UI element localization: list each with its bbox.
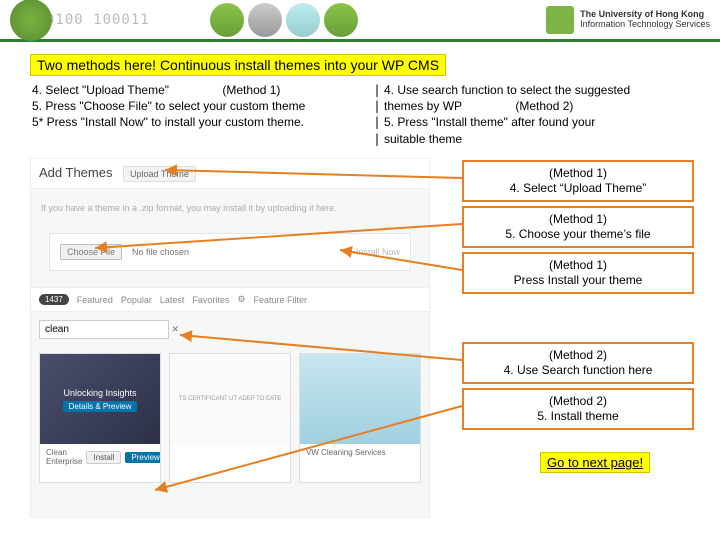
choose-file-button[interactable]: Choose File	[60, 244, 122, 260]
wp-theme-grid: Unlocking Insights Details & Preview Cle…	[31, 347, 429, 489]
slide-title: Two methods here! Continuous install the…	[30, 54, 446, 76]
theme-card[interactable]: VW Cleaning Services	[299, 353, 421, 483]
wp-upload-note: If you have a theme in a .zip format, yo…	[31, 189, 429, 227]
m2-line2a: themes by WP	[384, 99, 462, 113]
theme-card[interactable]: Unlocking Insights Details & Preview Cle…	[39, 353, 161, 483]
next-page-link[interactable]: Go to next page!	[540, 452, 650, 473]
circle-icon	[210, 3, 244, 37]
callout-text: 4. Select “Upload Theme”	[474, 181, 682, 196]
wordpress-screenshot: Add Themes Upload Theme If you have a th…	[30, 158, 430, 518]
filter-tab[interactable]: Featured	[77, 295, 113, 305]
callout-method1-step5: (Method 1) 5. Choose your theme’s file	[462, 206, 694, 248]
install-now-button[interactable]: Install Now	[356, 247, 400, 257]
theme-count-badge: 1437	[39, 294, 69, 305]
callout-method2-step4: (Method 2) 4. Use Search function here	[462, 342, 694, 384]
search-input[interactable]	[39, 320, 169, 339]
callout-tag: (Method 1)	[474, 166, 682, 181]
header-circles	[210, 3, 358, 37]
theme-preview: Unlocking Insights Details & Preview	[40, 354, 160, 444]
m1-line3: 5* Press "Install Now" to install your c…	[32, 114, 370, 130]
preview-button[interactable]: Preview	[125, 452, 161, 463]
binary-decoration: 0100 100011	[46, 12, 150, 28]
m2-line4: suitable theme	[384, 131, 700, 147]
hku-logo-icon	[546, 6, 574, 34]
add-themes-heading: Add Themes	[39, 165, 112, 180]
filter-tab[interactable]: Latest	[160, 295, 185, 305]
theme-bar: VW Cleaning Services	[300, 444, 420, 461]
callout-method2-step5: (Method 2) 5. Install theme	[462, 388, 694, 430]
card-title: TS CERTIFICANT UT ADEP TO EATE	[175, 392, 286, 406]
callout-tag: (Method 1)	[474, 258, 682, 273]
callout-text: 4. Use Search function here	[474, 363, 682, 378]
column-separator: ||||	[370, 82, 384, 147]
theme-preview	[300, 354, 420, 444]
theme-bar: Clean Enterprise Install Preview	[40, 444, 160, 470]
circle-icon	[324, 3, 358, 37]
callout-method1-install: (Method 1) Press Install your theme	[462, 252, 694, 294]
clear-icon[interactable]: ✕	[172, 324, 180, 334]
upload-theme-tab[interactable]: Upload Theme	[123, 166, 196, 182]
callout-text: 5. Choose your theme’s file	[474, 227, 682, 242]
wp-tabs: Add Themes Upload Theme	[31, 159, 429, 189]
theme-name: VW Cleaning Services	[306, 448, 386, 457]
header-left: 0100 100011	[10, 0, 358, 41]
globe-icon	[10, 0, 52, 41]
m2-line2b: (Method 2)	[515, 99, 573, 113]
filter-tab[interactable]: Favorites	[192, 295, 229, 305]
theme-preview: TS CERTIFICANT UT ADEP TO EATE	[170, 354, 290, 444]
instruction-columns: 4. Select "Upload Theme" (Method 1) 5. P…	[32, 82, 700, 147]
brand-line2: Information Technology Services	[580, 20, 710, 30]
callout-tag: (Method 1)	[474, 212, 682, 227]
column-method2: 4. Use search function to select the sug…	[384, 82, 700, 147]
m2-line1: 4. Use search function to select the sug…	[384, 82, 700, 98]
callout-text: Press Install your theme	[474, 273, 682, 288]
no-file-label: No file chosen	[132, 247, 189, 257]
circle-icon	[286, 3, 320, 37]
callout-text: 5. Install theme	[474, 409, 682, 424]
details-button[interactable]: Details & Preview	[63, 401, 138, 412]
column-method1: 4. Select "Upload Theme" (Method 1) 5. P…	[32, 82, 370, 147]
theme-name: Clean Enterprise	[46, 448, 82, 466]
m1-line2: 5. Press "Choose File" to select your cu…	[32, 98, 370, 114]
card-title: Unlocking Insights	[63, 388, 138, 398]
filter-tab[interactable]: Popular	[121, 295, 152, 305]
m1-line1b: (Method 1)	[222, 83, 280, 97]
wp-filter-bar: 1437 Featured Popular Latest Favorites ⚙…	[31, 287, 429, 312]
install-button[interactable]: Install	[86, 451, 121, 464]
callout-tag: (Method 2)	[474, 394, 682, 409]
wp-search: ✕	[39, 320, 421, 339]
header-brand: The University of Hong Kong Information …	[546, 6, 710, 34]
callout-method1-step4: (Method 1) 4. Select “Upload Theme”	[462, 160, 694, 202]
filter-tab[interactable]: Feature Filter	[253, 295, 307, 305]
gear-icon: ⚙	[237, 294, 245, 305]
brand-text: The University of Hong Kong Information …	[580, 10, 710, 30]
m1-line1a: 4. Select "Upload Theme"	[32, 83, 169, 97]
theme-bar	[170, 444, 290, 452]
circle-icon	[248, 3, 282, 37]
m2-line3: 5. Press "Install theme" after found you…	[384, 114, 700, 130]
callout-tag: (Method 2)	[474, 348, 682, 363]
wp-upload-row: Choose File No file chosen Install Now	[49, 233, 411, 271]
slide-header: 0100 100011 The University of Hong Kong …	[0, 0, 720, 42]
theme-card[interactable]: TS CERTIFICANT UT ADEP TO EATE	[169, 353, 291, 483]
